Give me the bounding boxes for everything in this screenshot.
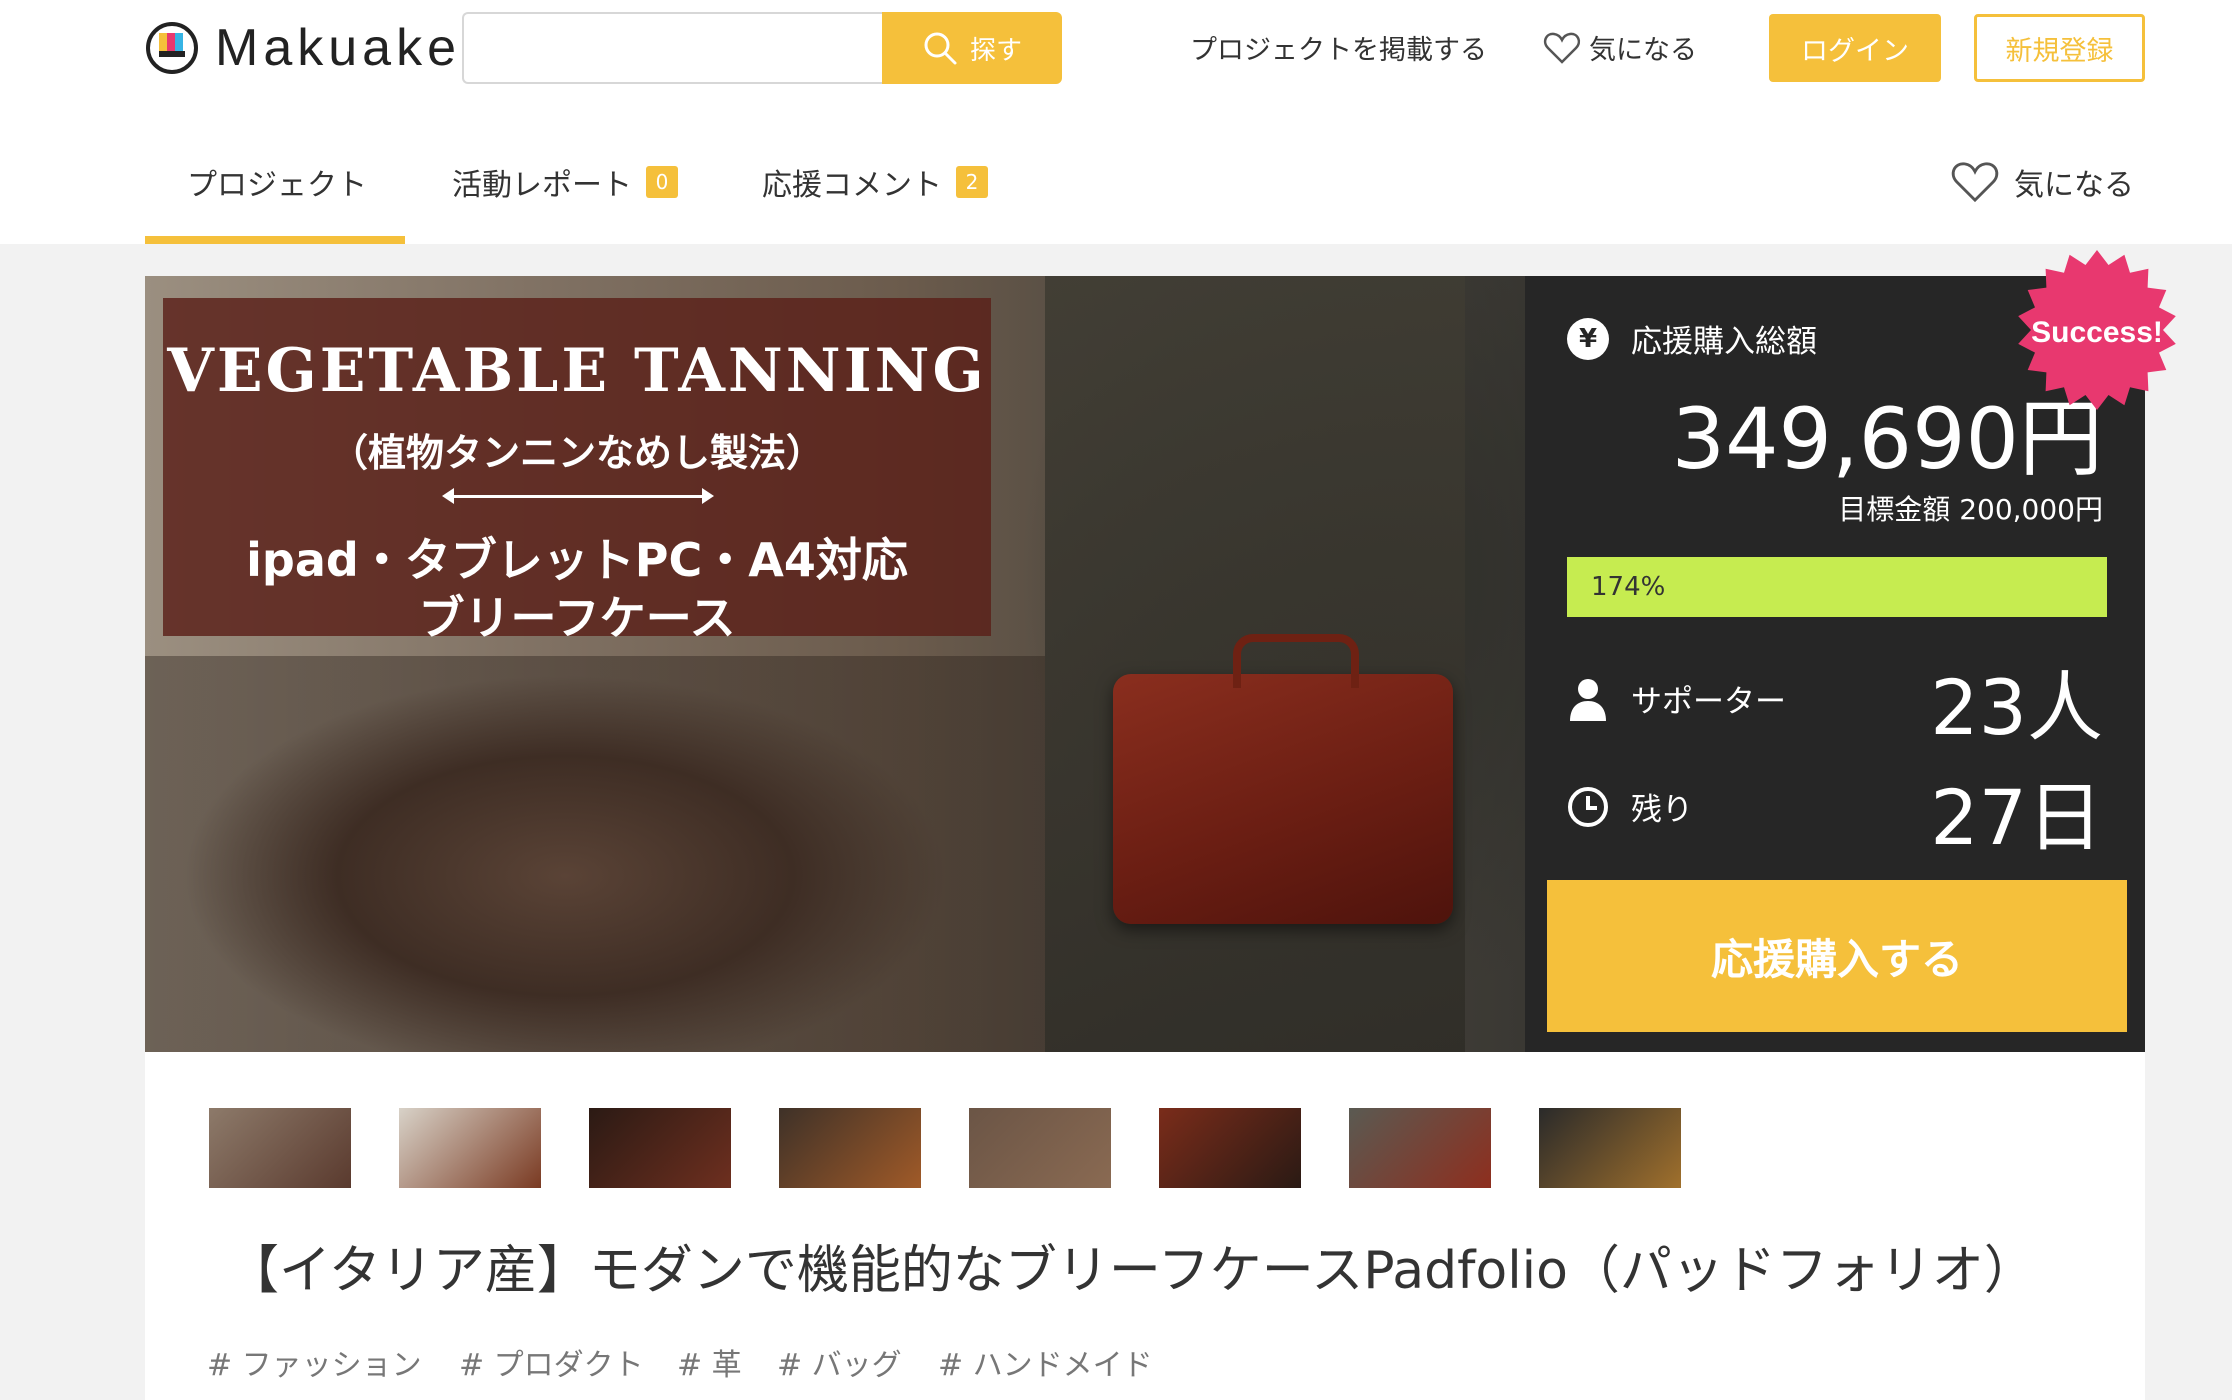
signup-button[interactable]: 新規登録 (1974, 14, 2145, 82)
tag-leather[interactable]: # 革 (677, 1340, 742, 1384)
post-project-label: プロジェクトを掲載する (1190, 35, 1487, 66)
supporters-row: サポーター (1567, 676, 1786, 721)
makuake-logo[interactable]: Makuake (145, 19, 461, 77)
remaining-row: 残り (1567, 784, 1693, 829)
tag-bag[interactable]: # バッグ (777, 1340, 902, 1384)
progress-percent: 174% (1591, 572, 1666, 602)
person-icon (1570, 678, 1606, 721)
remaining-label: 残り (1631, 792, 1693, 828)
project-favorite-button[interactable]: 気になる (1950, 160, 2134, 204)
makuake-logo-icon (146, 22, 198, 74)
thumbnail-7[interactable] (1349, 1108, 1491, 1188)
thumbnail-2[interactable] (399, 1108, 541, 1188)
tab-project-label: プロジェクト (187, 168, 367, 203)
site-header: Makuake 探す プロジェクトを掲載する 気になる ログイン 新規登録 プロ… (0, 0, 2232, 244)
active-tab-underline (145, 236, 405, 244)
project-main-image[interactable]: VEGETABLE TANNING （植物タンニンなめし製法） ipad・タブレ… (145, 276, 1525, 1052)
yen-icon: ¥ (1567, 317, 1609, 360)
hero-subtitle: （植物タンニンなめし製法） (329, 431, 824, 475)
success-badge-text: Success! (2031, 316, 2163, 349)
project-title: 【イタリア産】モダンで機能的なブリーフケースPadfolio（パッドフォリオ） (227, 1241, 2036, 1301)
remaining-days: 27日 (1930, 773, 2103, 862)
hero-banner: VEGETABLE TANNING （植物タンニンなめし製法） ipad・タブレ… (163, 298, 991, 645)
hero-compatibility: ipad・タブレットPC・A4対応 (246, 533, 908, 587)
tag-product[interactable]: # プロダクト (459, 1340, 644, 1384)
leather-crafting-image (145, 656, 1045, 1052)
thumbnail-4[interactable] (779, 1108, 921, 1188)
tab-project[interactable]: プロジェクト (187, 160, 367, 204)
favorite-link[interactable]: 気になる (1543, 28, 1697, 67)
success-badge: Success! (2018, 250, 2176, 410)
heart-icon (1543, 32, 1581, 64)
heart-icon (1951, 162, 1999, 203)
support-purchase-button[interactable]: 応援購入する (1547, 880, 2127, 1032)
favorite-label: 気になる (1589, 35, 1697, 66)
tag-handmade[interactable]: # ハンドメイド (938, 1340, 1153, 1384)
thumbnail-8[interactable] (1539, 1108, 1681, 1188)
activity-report-count-badge: 0 (646, 166, 678, 198)
double-arrow-icon (442, 488, 714, 504)
search-icon (924, 32, 957, 65)
search-button[interactable]: 探す (882, 12, 1062, 84)
hero-product-type: ブリーフケース (418, 591, 736, 645)
search-bar: 探す (462, 12, 1062, 84)
logo-text: Makuake (215, 19, 461, 77)
project-details: 【イタリア産】モダンで機能的なブリーフケースPadfolio（パッドフォリオ） … (145, 1052, 2145, 1400)
supporters-count: 23人 (1930, 663, 2103, 752)
tag-fashion[interactable]: # ファッション (207, 1340, 422, 1384)
project-favorite-label: 気になる (2014, 168, 2134, 203)
thumbnail-1[interactable] (209, 1108, 351, 1188)
supporters-label: サポーター (1631, 684, 1786, 720)
thumbnail-5[interactable] (969, 1108, 1111, 1188)
tab-support-comments-label: 応援コメント (762, 168, 942, 203)
search-input[interactable] (462, 12, 882, 84)
login-button[interactable]: ログイン (1769, 14, 1941, 82)
tab-activity-report[interactable]: 活動レポート 0 (452, 160, 678, 204)
total-label-row: ¥ 応援購入総額 (1567, 316, 1817, 361)
goal-amount: 目標金額 200,000円 (1838, 493, 2103, 526)
tab-support-comments[interactable]: 応援コメント 2 (762, 160, 988, 204)
clock-icon (1568, 786, 1608, 827)
total-label: 応援購入総額 (1631, 324, 1817, 360)
search-button-label: 探す (969, 35, 1022, 66)
progress-bar: 174% (1567, 557, 2107, 617)
tab-activity-report-label: 活動レポート (452, 168, 632, 203)
thumbnail-3[interactable] (589, 1108, 731, 1188)
thumbnail-6[interactable] (1159, 1108, 1301, 1188)
post-project-link[interactable]: プロジェクトを掲載する (1190, 28, 1487, 67)
hero-title: VEGETABLE TANNING (167, 336, 987, 406)
briefcase-image (1113, 634, 1453, 924)
support-comments-count-badge: 2 (956, 166, 988, 198)
